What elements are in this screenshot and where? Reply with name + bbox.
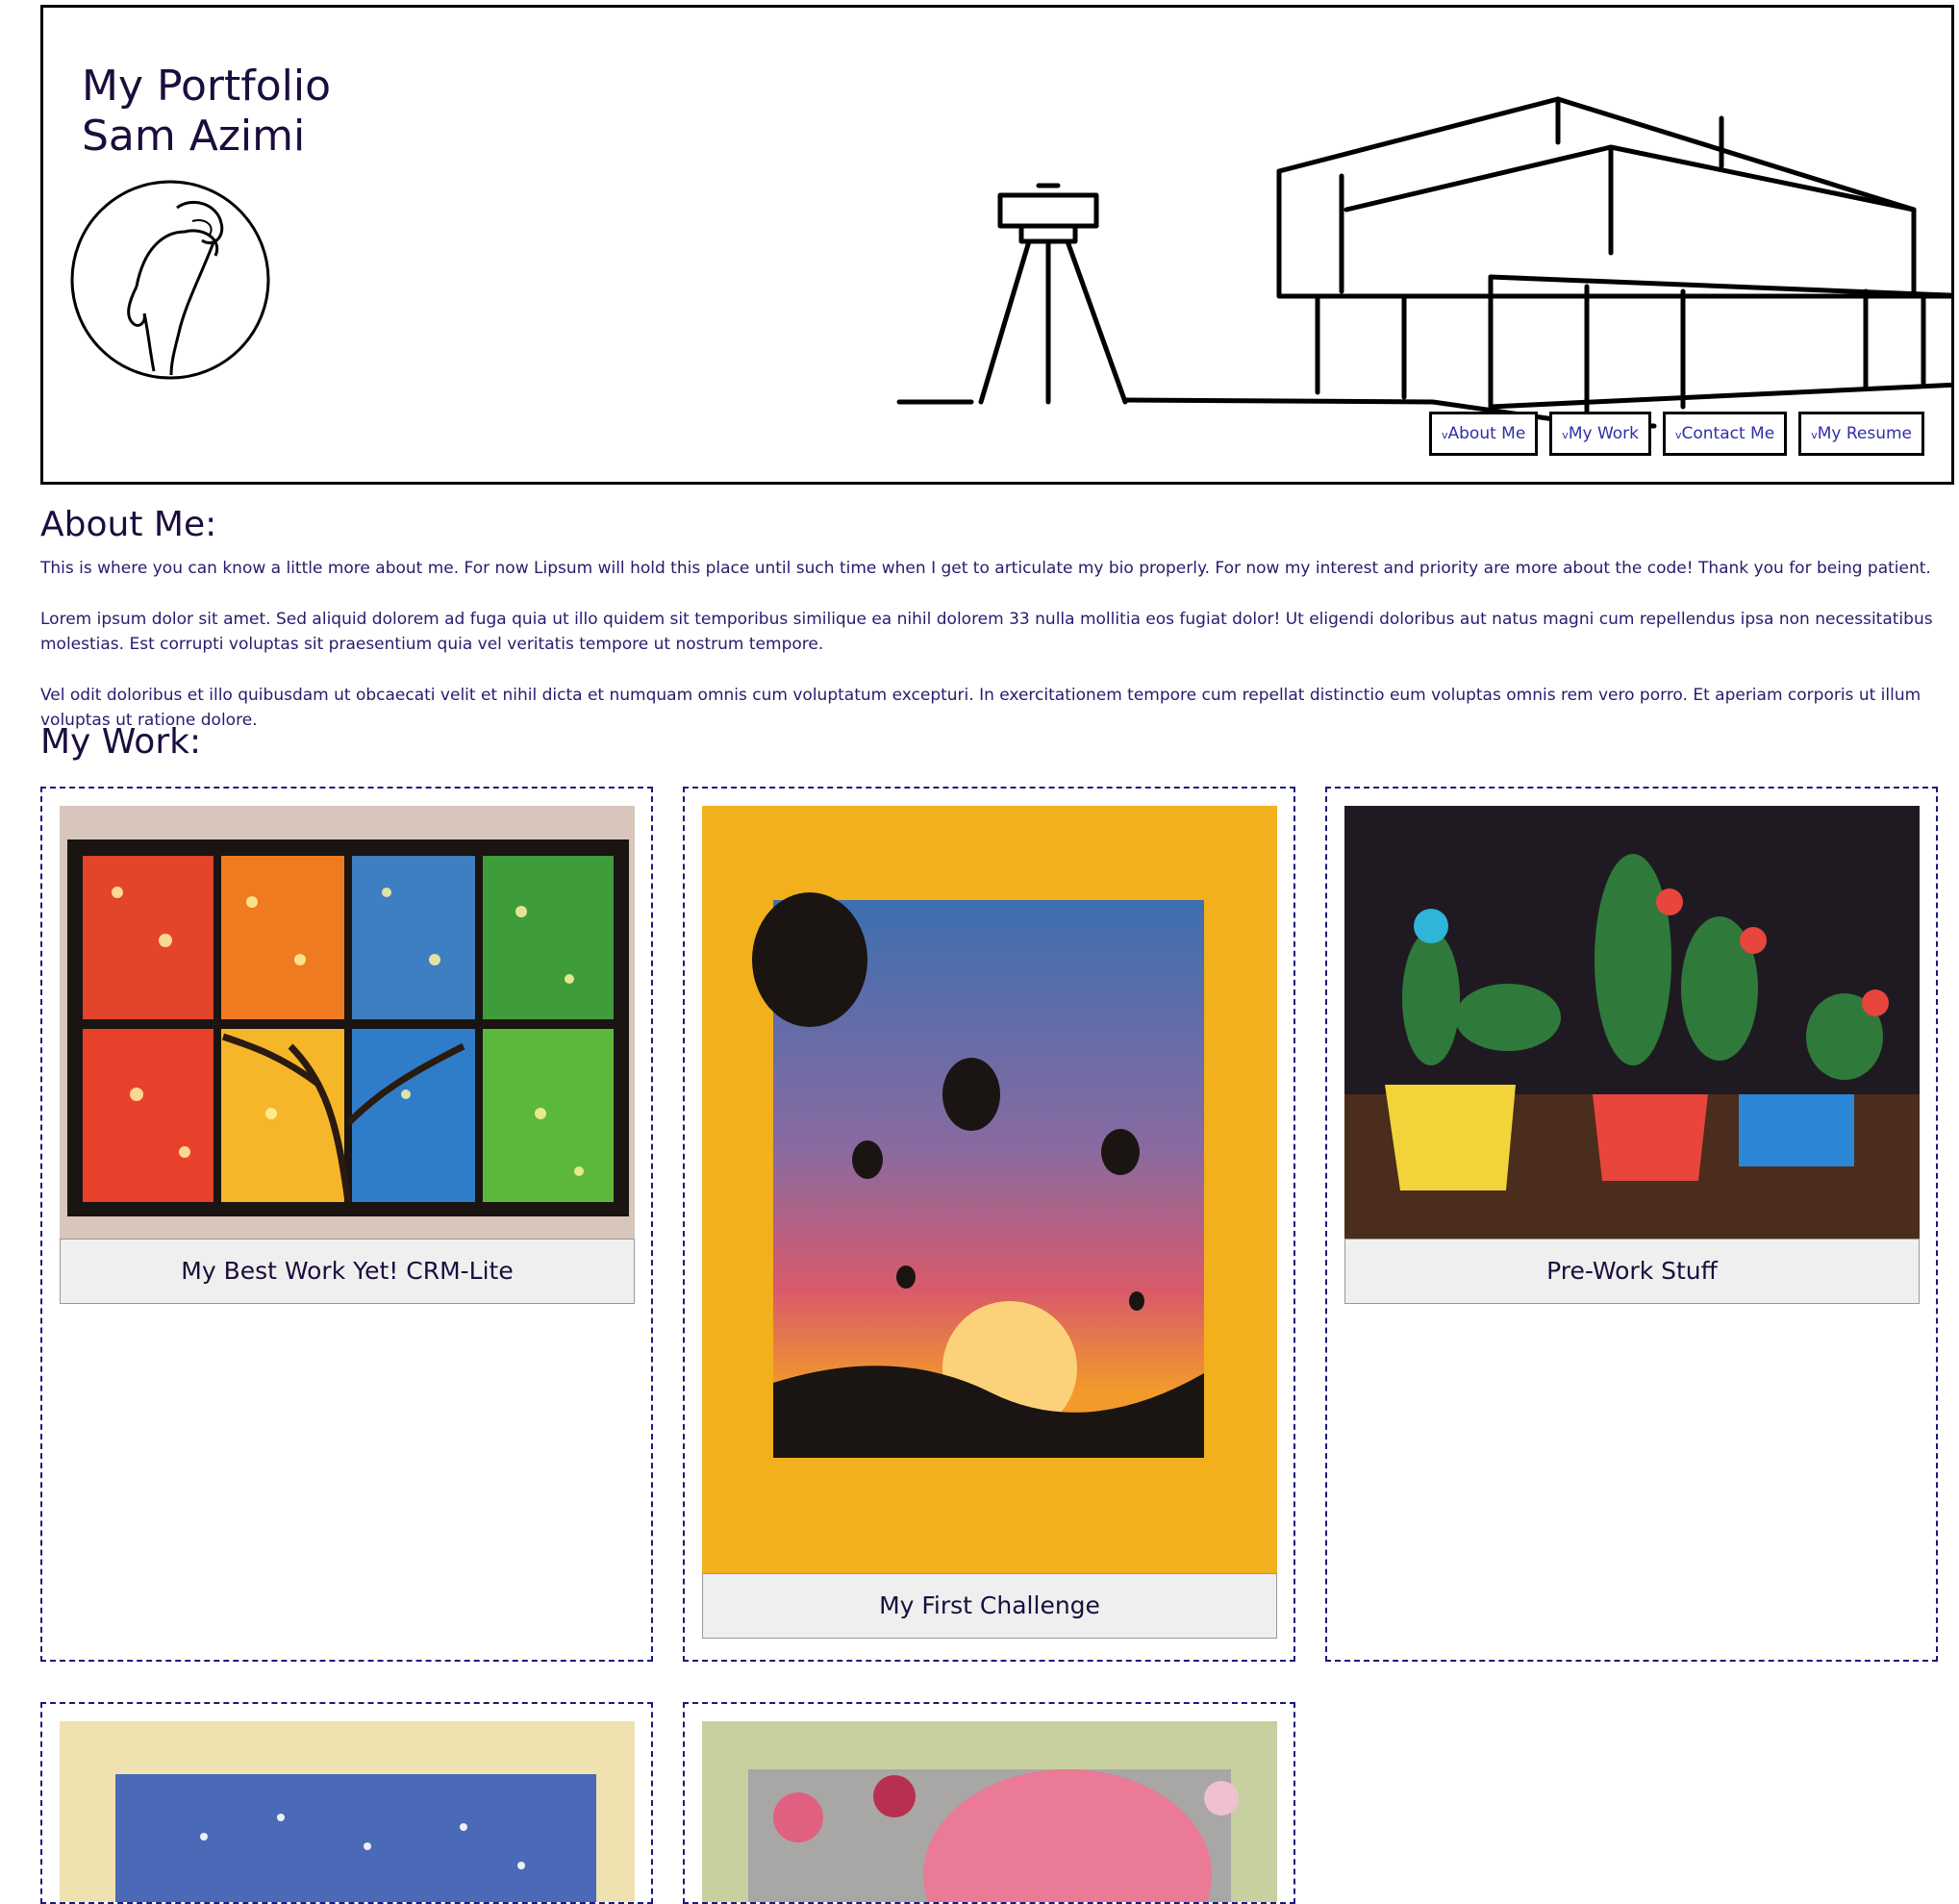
title-line-name: Sam Azimi <box>82 112 306 161</box>
project-card[interactable]: Pre-Work Stuff <box>1325 787 1938 1662</box>
project-image-balloons[interactable] <box>702 806 1277 1573</box>
project-caption-button[interactable]: Pre-Work Stuff <box>1344 1239 1920 1304</box>
project-card[interactable] <box>40 1702 653 1904</box>
nav-my-resume-button[interactable]: vMy Resume <box>1798 412 1924 456</box>
about-paragraph: Vel odit doloribus et illo quibusdam ut … <box>40 686 1921 730</box>
nav-my-work-button[interactable]: vMy Work <box>1549 412 1651 456</box>
project-caption-button[interactable]: My First Challenge <box>702 1573 1277 1639</box>
architecture-sketch <box>896 96 1951 429</box>
page-title: My Portfolio Sam Azimi <box>82 62 331 162</box>
nav-contact-me-button[interactable]: vContact Me <box>1663 412 1788 456</box>
nav-about-me-label: About Me <box>1447 424 1526 443</box>
nav-bar: vAbout Me vMy Work vContact Me vMy Resum… <box>1428 412 1924 456</box>
project-card[interactable] <box>683 1702 1295 1904</box>
nav-my-resume-label: My Resume <box>1817 424 1912 443</box>
project-card[interactable]: My First Challenge <box>683 787 1295 1662</box>
avatar-sketch <box>70 180 270 380</box>
project-image-four-seasons[interactable] <box>60 806 635 1239</box>
project-image-flamingo[interactable] <box>702 1721 1277 1904</box>
project-image-cactus[interactable] <box>1344 806 1920 1239</box>
header-banner: My Portfolio Sam Azimi vAbout Me vMy Wor… <box>40 5 1954 485</box>
nav-about-me-button[interactable]: vAbout Me <box>1428 412 1539 456</box>
project-card[interactable]: My Best Work Yet! CRM-Lite <box>40 787 653 1662</box>
project-image-aurora[interactable] <box>60 1721 635 1904</box>
work-heading: My Work: <box>40 722 202 762</box>
about-paragraph: Lorem ipsum dolor sit amet. Sed aliquid … <box>40 610 1933 654</box>
nav-my-work-label: My Work <box>1568 424 1639 443</box>
about-paragraph: This is where you can know a little more… <box>40 559 1931 578</box>
nav-contact-me-label: Contact Me <box>1681 424 1775 443</box>
title-line-portfolio: My Portfolio <box>82 62 331 111</box>
about-heading: About Me: <box>40 505 217 544</box>
project-caption-button[interactable]: My Best Work Yet! CRM-Lite <box>60 1239 635 1304</box>
about-text: This is where you can know a little more… <box>40 556 1945 759</box>
